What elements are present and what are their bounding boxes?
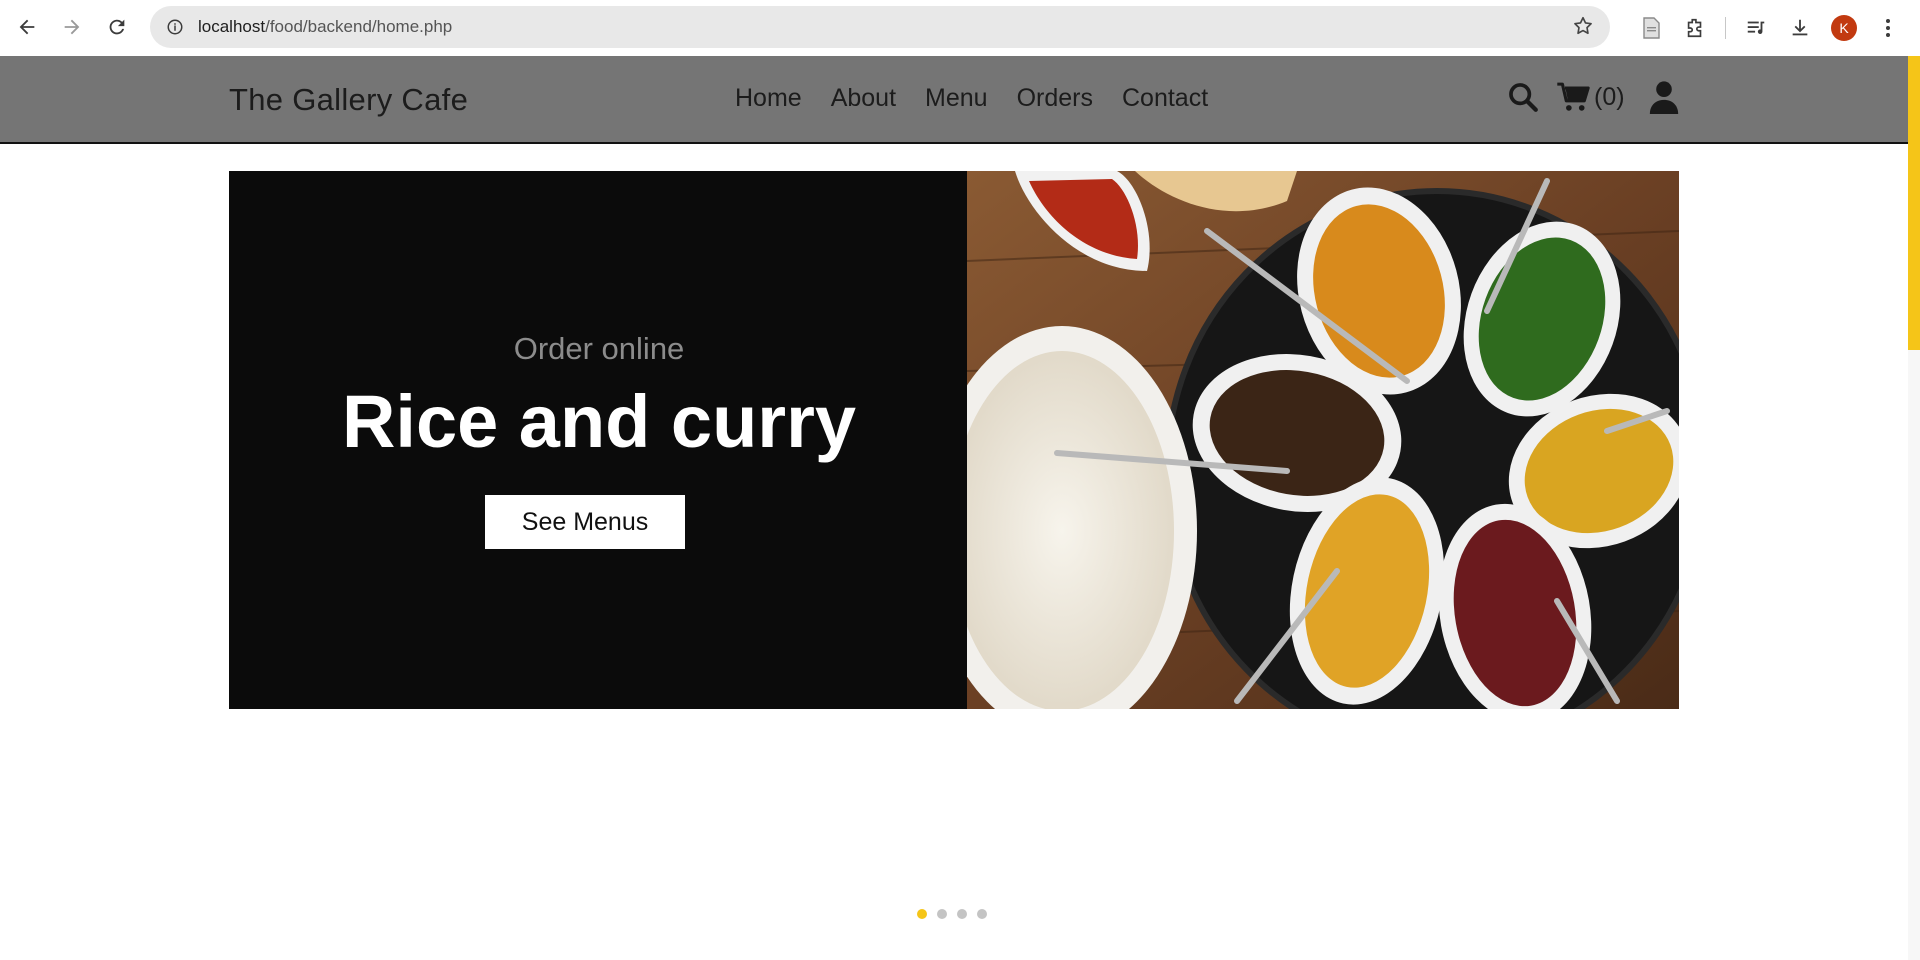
scrollbar-thumb[interactable] [1908,56,1920,350]
hero-text-panel: Order online Rice and curry See Menus [229,171,969,709]
cart-count: (0) [1594,82,1625,111]
site-info-icon[interactable] [164,16,186,38]
hero-food-image [967,171,1679,709]
user-icon[interactable] [1649,80,1679,114]
toolbar-divider [1725,17,1726,39]
carousel-dot[interactable] [937,909,947,919]
nav-contact[interactable]: Contact [1122,84,1208,113]
page-doc-icon[interactable] [1629,6,1673,50]
more-menu-icon[interactable] [1866,6,1910,50]
cart-icon [1556,81,1592,113]
nav-home[interactable]: Home [735,84,802,113]
media-controls-icon[interactable] [1734,6,1778,50]
nav-orders[interactable]: Orders [1017,84,1093,113]
address-bar[interactable]: localhost/food/backend/home.php [150,6,1610,48]
nav-menu[interactable]: Menu [925,84,988,113]
carousel-indicators [917,909,987,919]
carousel-dot[interactable] [977,909,987,919]
download-icon[interactable] [1778,6,1822,50]
hero-eyebrow: Order online [513,331,685,366]
reload-icon[interactable] [95,5,139,49]
carousel-dot[interactable] [917,909,927,919]
rice-and-curry-illustration [967,171,1679,709]
back-icon[interactable] [5,5,49,49]
main-nav: Home About Menu Orders Contact [735,84,1208,113]
extensions-icon[interactable] [1673,6,1717,50]
bookmark-star-icon[interactable] [1572,15,1594,42]
see-menus-button[interactable]: See Menus [485,495,685,549]
nav-about[interactable]: About [831,84,896,113]
header-actions: (0) [1506,80,1679,114]
cart-button[interactable]: (0) [1556,81,1625,113]
browser-toolbar: localhost/food/backend/home.php K [0,0,1920,56]
hero-slide: Order online Rice and curry See Menus [229,171,1679,709]
hero-headline: Rice and curry [341,380,857,463]
site-header: The Gallery Cafe Home About Menu Orders … [0,56,1908,144]
profile-avatar[interactable]: K [1822,6,1866,50]
forward-icon[interactable] [50,5,94,49]
search-icon[interactable] [1506,80,1540,114]
carousel-dot[interactable] [957,909,967,919]
site-brand[interactable]: The Gallery Cafe [229,82,468,118]
url-text: localhost/food/backend/home.php [198,17,453,36]
